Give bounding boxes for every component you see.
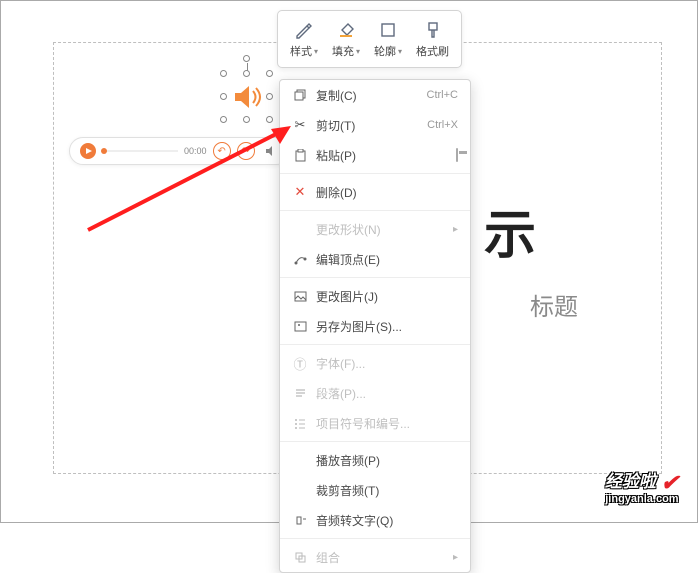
menu-label: 字体(F)...	[316, 355, 458, 372]
menu-label: 编辑顶点(E)	[316, 251, 458, 268]
progress-track[interactable]	[104, 150, 178, 152]
menu-label: 更改图片(J)	[316, 288, 458, 305]
shortcut: Ctrl+C	[427, 89, 458, 101]
menu-group: 组合 ▸	[280, 542, 470, 572]
separator	[280, 441, 470, 442]
slide-title-fragment: 示	[484, 193, 536, 268]
resize-handle[interactable]	[220, 93, 227, 100]
play-button[interactable]	[78, 141, 98, 161]
submenu-arrow-icon: ▸	[453, 552, 458, 563]
menu-delete[interactable]: ✕ 删除(D)	[280, 177, 470, 207]
points-icon	[290, 253, 310, 266]
time-display: 00:00	[184, 146, 207, 156]
font-icon: Ⓣ	[290, 354, 310, 373]
menu-edit-points[interactable]: 编辑顶点(E)	[280, 244, 470, 274]
menu-save-as-picture[interactable]: 另存为图片(S)...	[280, 311, 470, 341]
watermark-main: 经验啦	[605, 472, 656, 491]
resize-handle[interactable]	[243, 116, 250, 123]
outline-button[interactable]: 轮廓▾	[368, 15, 408, 63]
menu-trim-audio[interactable]: 裁剪音频(T)	[280, 475, 470, 505]
rewind-button[interactable]: ↶	[213, 142, 231, 160]
style-button[interactable]: 样式▾	[284, 15, 324, 63]
fill-label: 填充	[332, 43, 354, 59]
clipboard-icon	[290, 149, 310, 162]
floating-toolbar: 样式▾ 填充▾ 轮廓▾ 格式刷	[277, 10, 462, 68]
menu-label: 段落(P)...	[316, 385, 458, 402]
menu-label: 另存为图片(S)...	[316, 318, 458, 335]
separator	[280, 173, 470, 174]
audio-text-icon	[290, 514, 310, 527]
menu-label: 复制(C)	[316, 87, 427, 104]
separator	[280, 344, 470, 345]
volume-button[interactable]	[261, 141, 281, 161]
selected-audio-object[interactable]	[223, 73, 271, 121]
menu-label: 裁剪音频(T)	[316, 482, 458, 499]
pencil-icon	[292, 19, 316, 41]
menu-label: 播放音频(P)	[316, 452, 458, 469]
paste-options-icon	[456, 149, 458, 161]
submenu-arrow-icon: ▸	[453, 224, 458, 235]
shortcut: Ctrl+X	[427, 119, 458, 131]
menu-change-shape: 更改形状(N) ▸	[280, 214, 470, 244]
resize-handle[interactable]	[243, 70, 250, 77]
bullets-icon	[290, 417, 310, 430]
menu-paste[interactable]: 粘贴(P)	[280, 140, 470, 170]
chevron-down-icon: ▾	[398, 47, 402, 56]
chevron-down-icon: ▾	[356, 47, 360, 56]
checkmark-icon: ✔	[661, 470, 679, 495]
menu-play-audio[interactable]: 播放音频(P)	[280, 445, 470, 475]
rotation-handle[interactable]	[243, 55, 250, 62]
audio-playback-bar: 00:00 ↶ ↷	[69, 137, 290, 165]
menu-label: 删除(D)	[316, 184, 458, 201]
brush-icon	[421, 19, 445, 41]
outline-label: 轮廓	[374, 43, 396, 59]
slide-subtitle-fragment: 标题	[530, 287, 578, 322]
menu-label: 项目符号和编号...	[316, 415, 458, 432]
save-picture-icon	[290, 320, 310, 333]
menu-change-picture[interactable]: 更改图片(J)	[280, 281, 470, 311]
menu-label: 音频转文字(Q)	[316, 512, 458, 529]
menu-label: 组合	[316, 549, 453, 566]
scissors-icon: ✂	[290, 117, 310, 133]
resize-handle[interactable]	[266, 116, 273, 123]
fill-button[interactable]: 填充▾	[326, 15, 366, 63]
picture-icon	[290, 290, 310, 303]
resize-handle[interactable]	[220, 116, 227, 123]
menu-bullets: 项目符号和编号...	[280, 408, 470, 438]
forward-button[interactable]: ↷	[237, 142, 255, 160]
separator	[280, 210, 470, 211]
menu-label: 更改形状(N)	[316, 221, 453, 238]
paragraph-icon	[290, 387, 310, 400]
resize-handle[interactable]	[266, 93, 273, 100]
menu-cut[interactable]: ✂ 剪切(T) Ctrl+X	[280, 110, 470, 140]
menu-paragraph: 段落(P)...	[280, 378, 470, 408]
separator	[280, 538, 470, 539]
style-label: 样式	[290, 43, 312, 59]
menu-copy[interactable]: 复制(C) Ctrl+C	[280, 80, 470, 110]
menu-label: 剪切(T)	[316, 117, 427, 134]
outline-icon	[376, 19, 400, 41]
delete-icon: ✕	[290, 184, 310, 200]
menu-audio-to-text[interactable]: 音频转文字(Q)	[280, 505, 470, 535]
watermark: 经验啦 ✔ jingyanla.com	[605, 471, 679, 506]
group-icon	[290, 551, 310, 564]
context-menu: 复制(C) Ctrl+C ✂ 剪切(T) Ctrl+X 粘贴(P) ✕ 删除(D…	[279, 79, 471, 573]
format-painter-label: 格式刷	[416, 43, 449, 59]
format-painter-button[interactable]: 格式刷	[410, 15, 455, 63]
menu-label: 粘贴(P)	[316, 147, 456, 164]
bucket-icon	[334, 19, 358, 41]
menu-font: Ⓣ 字体(F)...	[280, 348, 470, 378]
resize-handle[interactable]	[220, 70, 227, 77]
copy-icon	[290, 89, 310, 102]
resize-handle[interactable]	[266, 70, 273, 77]
separator	[280, 277, 470, 278]
watermark-sub: jingyanla.com	[605, 494, 679, 506]
speaker-icon	[231, 81, 263, 113]
chevron-down-icon: ▾	[314, 47, 318, 56]
